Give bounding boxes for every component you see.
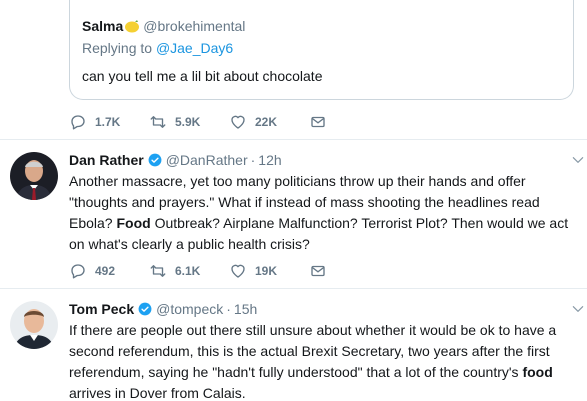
retweet-button[interactable]: 6.1K — [149, 262, 229, 280]
author-handle[interactable]: @DanRather — [166, 150, 248, 170]
separator: · — [250, 152, 256, 168]
tweet-text-part: If there are people out there still unsu… — [69, 322, 557, 380]
tweet-text-highlight: food — [522, 364, 553, 380]
chevron-down-icon[interactable] — [571, 302, 585, 316]
heart-icon — [231, 264, 245, 278]
reply-button[interactable]: 1.7K — [69, 113, 149, 131]
reply-count: 1.7K — [95, 115, 121, 129]
reply-button[interactable]: 492 — [69, 262, 149, 280]
replying-to-line: Replying to @Jae_Day6 — [82, 38, 561, 58]
reply-count: 492 — [95, 264, 116, 278]
tweet-header: Tom Peck @tompeck · 15h — [69, 299, 257, 319]
envelope-icon — [311, 116, 325, 128]
direct-message-button[interactable] — [309, 113, 335, 131]
retweet-button[interactable]: 5.9K — [149, 113, 229, 131]
verified-badge-icon — [138, 302, 152, 316]
quoted-author-name[interactable]: Salma — [82, 16, 123, 36]
author-name[interactable]: Dan Rather — [69, 150, 144, 170]
retweet-icon — [150, 116, 166, 128]
like-count: 22K — [255, 115, 278, 129]
tweet-text-part: arrives in Dover from Calais. — [69, 385, 246, 401]
envelope-icon — [311, 265, 325, 277]
heart-icon — [231, 115, 245, 129]
tweet-header: Dan Rather @DanRather · 12h — [69, 150, 282, 170]
quoted-tweet-header: Salma @brokehimental — [82, 16, 561, 36]
reply-icon — [71, 264, 85, 279]
tweet-text: Another massacre, yet too many politicia… — [69, 171, 574, 255]
author-handle[interactable]: @tompeck — [156, 299, 223, 319]
retweet-icon — [150, 265, 166, 277]
verified-badge-icon — [148, 153, 162, 167]
quoted-author-handle[interactable]: @brokehimental — [143, 16, 245, 36]
replying-to-link[interactable]: @Jae_Day6 — [156, 40, 233, 56]
avatar[interactable] — [10, 301, 58, 349]
quoted-tweet-text: can you tell me a lil bit about chocolat… — [82, 68, 323, 84]
timestamp[interactable]: 15h — [234, 299, 257, 319]
quoted-tweet-card[interactable]: Salma @brokehimental Replying to @Jae_Da… — [69, 0, 574, 100]
tweet-divider — [0, 139, 587, 140]
chevron-down-icon[interactable] — [571, 153, 585, 167]
retweet-count: 6.1K — [175, 264, 201, 278]
author-name[interactable]: Tom Peck — [69, 299, 134, 319]
reply-icon — [71, 115, 85, 130]
direct-message-button[interactable] — [309, 262, 335, 280]
like-button[interactable]: 19K — [229, 262, 309, 280]
tweet-text-highlight: Food — [116, 215, 151, 231]
tweet-text: If there are people out there still unsu… — [69, 320, 574, 401]
separator: · — [226, 301, 231, 317]
tweet-divider — [0, 288, 587, 289]
like-count: 19K — [255, 264, 278, 278]
avatar[interactable] — [10, 152, 58, 200]
tweet-actions: 1.7K 5.9K 22K — [69, 113, 335, 131]
retweet-count: 5.9K — [175, 115, 201, 129]
replying-to-label: Replying to — [82, 40, 156, 56]
like-button[interactable]: 22K — [229, 113, 309, 131]
tweet-actions: 492 6.1K 19K — [69, 262, 335, 280]
timestamp[interactable]: 12h — [258, 150, 281, 170]
lemon-emoji-icon — [125, 20, 140, 33]
